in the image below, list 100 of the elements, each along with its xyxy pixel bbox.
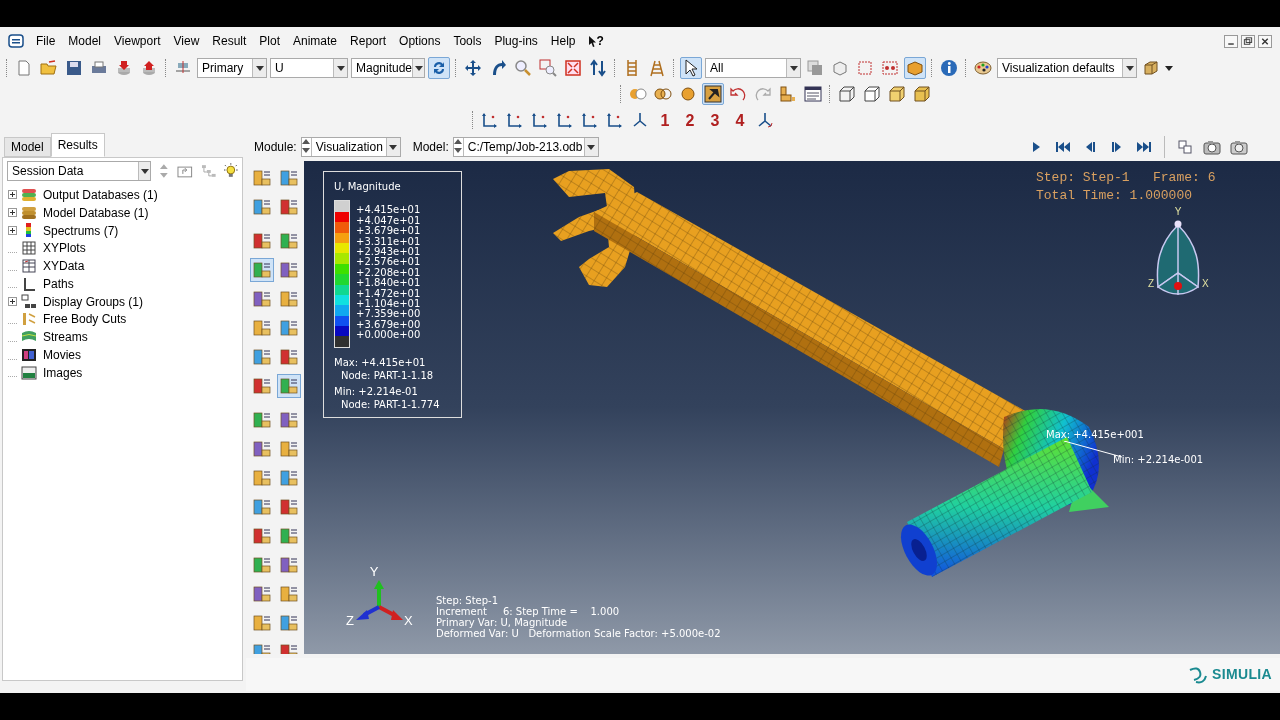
restore-icon[interactable] (1241, 34, 1255, 48)
model-dropdown[interactable]: C:/Temp/Job-213.odb (452, 137, 599, 157)
spinner-icon (301, 138, 310, 154)
max-annotation: Max: +4.415e+001 (1046, 429, 1144, 440)
caret-icon (389, 144, 398, 150)
saved-view-button[interactable]: 1 (654, 109, 676, 131)
view-options-dropdown[interactable]: Visualization defaults (997, 58, 1137, 78)
toolbox-icon[interactable] (276, 374, 301, 398)
tree-item[interactable]: XYData (43, 257, 85, 276)
field-dropdown[interactable]: U (270, 58, 348, 78)
tree-item[interactable]: Images (43, 363, 83, 382)
tree-item-icon (21, 186, 37, 203)
app-menu-icon[interactable] (8, 34, 24, 48)
tree-item[interactable]: Model Database (1) (43, 203, 149, 222)
tree-item-icon (21, 258, 37, 275)
toolbox-icon[interactable] (249, 258, 274, 282)
tree-item-icon (21, 347, 37, 364)
pointer-icon (588, 35, 597, 47)
invariant-dropdown[interactable]: Magnitude (351, 58, 425, 78)
menu-item[interactable]: Tools (453, 32, 482, 50)
fit-view-icon[interactable] (562, 57, 584, 79)
caret-icon (1125, 65, 1134, 71)
minimize-icon[interactable] (1224, 34, 1238, 48)
tree-item[interactable]: Output Databases (1) (43, 185, 158, 204)
expand-icon[interactable] (8, 190, 17, 200)
menu-item[interactable]: Viewport (114, 32, 161, 50)
filled-cube-icon[interactable] (886, 83, 908, 105)
caret-icon (789, 65, 798, 71)
tree-item[interactable]: Free Body Cuts (43, 310, 127, 329)
max-value: Max: +4.415e+01 (334, 355, 427, 369)
info-text: Primary Var: U, Magnitude (436, 617, 568, 628)
legend-value: +1.472e+01 (356, 288, 421, 299)
caret-icon (255, 65, 264, 71)
axis-triad-drawing: Y Z X (344, 565, 416, 627)
hidden-line-icon[interactable] (861, 83, 883, 105)
folder-up-icon[interactable] (177, 164, 193, 178)
tree-item-icon (21, 204, 37, 221)
state-text: Total Time: 1.000000 (1036, 187, 1194, 205)
menu-item[interactable]: Options (399, 32, 441, 50)
info-icon[interactable] (938, 57, 960, 79)
caret-icon (414, 65, 423, 71)
menu-item[interactable]: Report (350, 32, 387, 50)
max-node-label: Node: PART-1-1.18 (340, 368, 435, 382)
tree-item-icon (21, 240, 37, 257)
legend-value: +2.576e+01 (356, 257, 421, 268)
info-text: Deformed Var: U Deformation Scale Factor: +5.000e-02 (436, 628, 721, 639)
menu-item[interactable]: Result (212, 32, 247, 50)
min-node-label: Node: PART-1-1.774 (340, 397, 441, 411)
legend-value: +1.840e+01 (356, 278, 421, 289)
tree-item[interactable]: Paths (43, 274, 74, 293)
wireframe-icon[interactable] (836, 83, 858, 105)
legend-value: +3.679e+00 (356, 319, 421, 330)
viewport[interactable] (304, 161, 1280, 654)
saved-view-button[interactable]: 4 (729, 109, 751, 131)
selection-filter-dropdown[interactable]: All (705, 58, 801, 78)
menu-item[interactable]: Plug-ins (494, 32, 538, 50)
saved-view-button[interactable]: 3 (704, 109, 726, 131)
expand-icon[interactable] (8, 226, 17, 235)
menu-item[interactable]: Model (68, 32, 102, 50)
legend-value: +2.208e+01 (356, 267, 421, 278)
tree-filter-dropdown[interactable]: Session Data (7, 161, 152, 181)
swap-arrows-icon[interactable] (587, 57, 609, 79)
info-text: Increment 6: Step Time = 1.000 (436, 606, 621, 617)
close-icon[interactable] (1258, 34, 1272, 48)
legend-value: +7.359e+00 (356, 309, 421, 320)
tab[interactable]: Model (4, 137, 51, 157)
lightbulb-icon[interactable] (224, 163, 238, 179)
tree-item[interactable]: XYPlots (43, 239, 86, 258)
sync-icon[interactable] (428, 57, 450, 79)
min-value: Min: +2.214e-01 (334, 384, 419, 398)
state-text: Step: Step-1 Frame: 6 (1036, 169, 1216, 187)
tree-item-icon (21, 275, 37, 292)
menu-item[interactable]: Animate (293, 32, 338, 50)
saved-view-button[interactable]: 2 (679, 109, 701, 131)
menu-item[interactable]: Help (550, 32, 576, 50)
menu-item[interactable]: View (173, 32, 200, 50)
tree-item[interactable]: Streams (43, 328, 88, 347)
result-option-dropdown[interactable]: Primary (197, 58, 267, 78)
legend-value: +4.415e+01 (356, 205, 421, 216)
caret-icon (140, 168, 149, 174)
logo-icon (1188, 665, 1208, 684)
view-triad-drawing: Y Z X (1138, 205, 1218, 301)
caret-icon (587, 144, 596, 150)
menu-item[interactable]: Plot (259, 32, 280, 50)
legend-value: +1.104e+01 (356, 298, 421, 309)
tree-item-icon (21, 293, 37, 310)
menu-item[interactable]: File (36, 32, 56, 50)
tree-item[interactable]: Spectrums (7) (43, 221, 119, 240)
shaded-cube-icon[interactable] (911, 83, 933, 105)
pointer-tool-icon[interactable] (702, 83, 724, 105)
tab[interactable]: Results (50, 133, 105, 157)
expand-icon[interactable] (8, 297, 17, 307)
tree-item[interactable]: Display Groups (1) (43, 292, 144, 311)
context-help-button[interactable]: ? (588, 32, 604, 50)
caret-icon[interactable] (1165, 65, 1173, 71)
tree-item[interactable]: Movies (43, 346, 81, 365)
window-list-icon[interactable] (802, 83, 824, 105)
box-zoom-icon[interactable] (537, 57, 559, 79)
module-dropdown[interactable]: Visualization (300, 137, 401, 157)
expand-icon[interactable] (8, 208, 17, 218)
